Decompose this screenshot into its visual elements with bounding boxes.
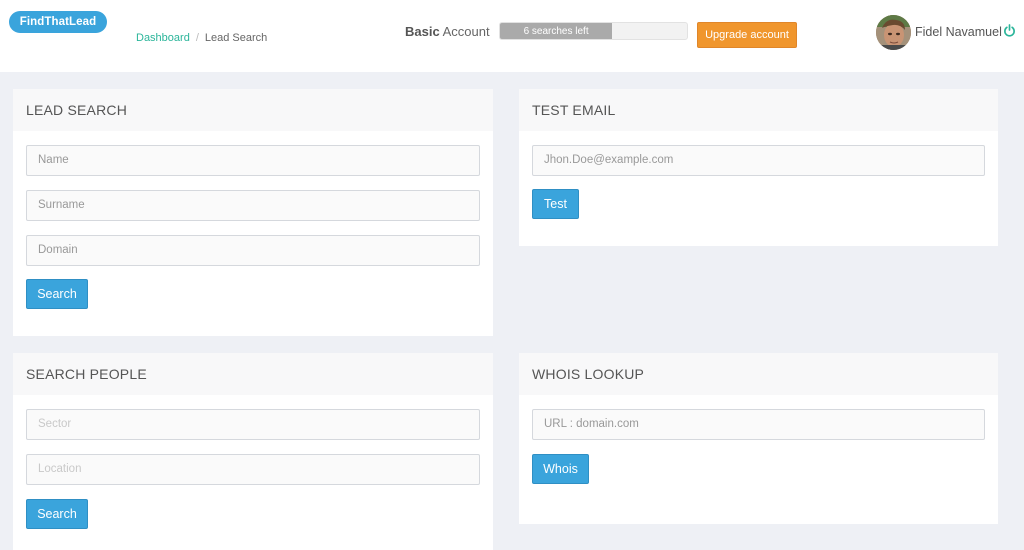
name-input[interactable]: Name [26, 145, 480, 176]
whois-lookup-title: WHOIS LOOKUP [519, 353, 998, 395]
app-logo[interactable]: FindThatLead [9, 11, 107, 33]
whois-button[interactable]: Whois [532, 454, 589, 484]
surname-input[interactable]: Surname [26, 190, 480, 221]
breadcrumb: Dashboard / Lead Search [136, 32, 267, 44]
whois-lookup-panel: WHOIS LOOKUP URL : domain.com Whois [519, 353, 998, 524]
location-input[interactable]: Location [26, 454, 480, 485]
avatar[interactable] [876, 15, 911, 50]
sector-input[interactable]: Sector [26, 409, 480, 440]
top-bar: FindThatLead Dashboard / Lead Search Basic… [0, 0, 1024, 72]
account-plan: Basic [405, 24, 440, 39]
searches-progress-bar: 6 searches left [499, 22, 688, 40]
email-input[interactable]: Jhon.Doe@example.com [532, 145, 985, 176]
searches-progress-fill: 6 searches left [500, 23, 613, 39]
url-input[interactable]: URL : domain.com [532, 409, 985, 440]
upgrade-account-button[interactable]: Upgrade account [697, 22, 797, 48]
breadcrumb-separator: / [195, 32, 199, 44]
test-email-panel: TEST EMAIL Jhon.Doe@example.com Test [519, 89, 998, 246]
power-icon[interactable] [1003, 24, 1016, 37]
search-people-title: SEARCH PEOPLE [13, 353, 493, 395]
breadcrumb-dashboard-link[interactable]: Dashboard [136, 32, 190, 44]
lead-search-title: LEAD SEARCH [13, 89, 493, 131]
domain-input[interactable]: Domain [26, 235, 480, 266]
test-email-title: TEST EMAIL [519, 89, 998, 131]
search-people-panel: SEARCH PEOPLE Sector Location Search [13, 353, 493, 550]
lead-search-panel: LEAD SEARCH Name Surname Domain Search [13, 89, 493, 336]
test-button[interactable]: Test [532, 189, 579, 219]
search-people-button[interactable]: Search [26, 499, 88, 529]
account-type: Basic Account [405, 24, 490, 39]
lead-search-button[interactable]: Search [26, 279, 88, 309]
breadcrumb-current: Lead Search [204, 32, 268, 44]
user-name[interactable]: Fidel Navamuel [915, 25, 1002, 39]
account-label: Account [442, 24, 490, 39]
